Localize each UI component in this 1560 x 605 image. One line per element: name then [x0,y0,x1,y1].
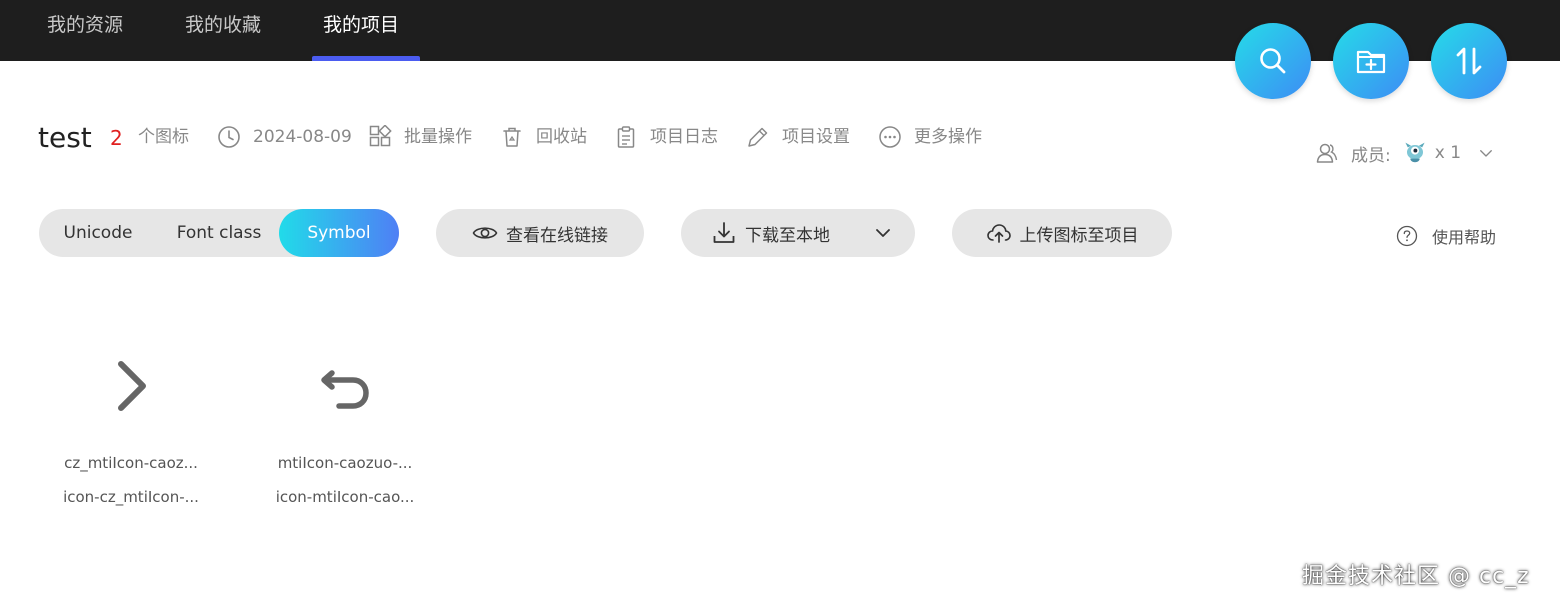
chevron-right-icon [118,361,146,411]
question-circle-icon [1396,225,1418,247]
project-title: test [38,121,92,154]
top-nav-bar: 我的资源 我的收藏 我的项目 [0,0,1560,61]
project-date: 2024-08-09 [217,124,352,150]
help-label: 使用帮助 [1432,228,1497,247]
more-actions-label: 更多操作 [914,127,982,147]
upload-icon-button[interactable]: 上传图标至项目 [952,209,1172,257]
seg-unicode[interactable]: Unicode [39,209,157,257]
search-button[interactable] [1235,23,1311,99]
chevron-down-icon[interactable] [873,223,893,243]
icon-preview [95,350,167,422]
date-text: 2024-08-09 [253,127,352,147]
icon-count: 2 [110,126,123,150]
batch-grid-icon [369,125,392,147]
clock-icon [218,126,240,148]
icon-name: mtiIcon-caozuo-... [277,454,413,472]
tab-my-favorites[interactable]: 我的收藏 [185,10,261,40]
icon-count-label: 个图标 [138,124,189,150]
code-type-switch: Unicode Font class Symbol [39,209,399,257]
icon-card[interactable]: mtiIcon-caozuo-... icon-mtiIcon-cao... [260,340,430,530]
icon-count-suffix: 个图标 [138,127,189,147]
search-icon [1260,48,1286,74]
add-folder-icon [1356,50,1386,74]
help-link[interactable]: 使用帮助 [1396,224,1496,248]
download-local-button[interactable]: 下载至本地 [681,209,915,257]
project-log-button[interactable]: 项目日志 [614,124,718,150]
more-actions-button[interactable]: 更多操作 [878,124,982,150]
view-online-link-label: 查看在线链接 [506,225,608,246]
seg-font-class[interactable]: Font class [159,209,279,257]
upload-icon-label: 上传图标至项目 [1019,225,1139,246]
project-settings-label: 项目设置 [782,127,850,147]
trash-icon [503,127,521,147]
project-settings-button[interactable]: 项目设置 [746,124,850,150]
icon-class-name: icon-mtiIcon-cao... [275,488,415,506]
members-count: x 1 [1434,143,1462,163]
sort-icon [1456,47,1482,75]
avatar [1405,142,1425,163]
recycle-bin-label: 回收站 [536,127,587,147]
undo-icon [321,370,369,409]
eye-icon [472,227,498,239]
tab-my-projects[interactable]: 我的项目 [323,10,399,40]
batch-operation-label: 批量操作 [404,127,472,147]
pencil-icon [748,127,768,147]
icon-card[interactable]: cz_mtiIcon-caoz... icon-cz_mtiIcon-... [46,340,216,530]
icon-name: cz_mtiIcon-caoz... [64,454,198,472]
watermark: 掘金技术社区 @ cc_z [1302,564,1530,589]
more-dots-icon [879,126,901,148]
seg-symbol[interactable]: Symbol [279,209,399,257]
sort-button[interactable] [1431,23,1507,99]
members-dropdown[interactable]: 成员: x 1 [1315,139,1495,167]
batch-operation-button[interactable]: 批量操作 [368,124,472,150]
cloud-upload-icon [986,224,1011,243]
icon-preview [309,350,381,422]
members-label: 成员: [1351,145,1391,166]
download-local-label: 下载至本地 [745,225,830,246]
project-log-label: 项目日志 [650,127,718,147]
download-icon [713,222,735,243]
tab-my-resources[interactable]: 我的资源 [47,10,123,40]
icon-class-name: icon-cz_mtiIcon-... [63,488,199,506]
new-project-button[interactable] [1333,23,1409,99]
chevron-down-icon [1480,150,1492,157]
members-icon [1316,143,1338,163]
clipboard-icon [617,126,635,148]
view-online-link-button[interactable]: 查看在线链接 [436,209,644,257]
active-tab-indicator [312,56,420,61]
recycle-bin-button[interactable]: 回收站 [500,124,587,150]
